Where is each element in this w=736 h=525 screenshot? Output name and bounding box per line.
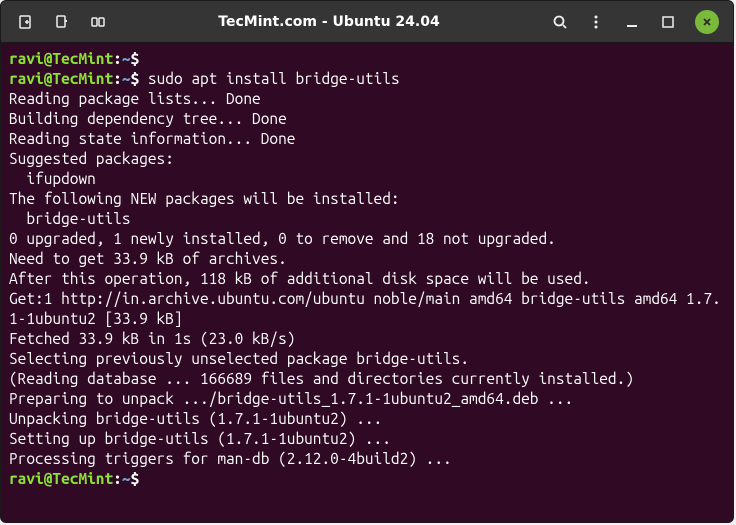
output-line: Setting up bridge-utils (1.7.1-1ubuntu2)… [9,429,725,449]
output-line: 0 upgraded, 1 newly installed, 0 to remo… [9,229,725,249]
search-icon[interactable] [551,13,569,31]
prompt-path: ~ [122,50,131,67]
output-line: Fetched 33.9 kB in 1s (23.0 kB/s) [9,329,725,349]
prompt-symbol: $ [131,70,140,87]
split-icon[interactable] [89,13,107,31]
output-line: Reading state information... Done [9,129,725,149]
prompt-symbol: $ [131,50,140,67]
titlebar: TecMint.com - Ubuntu 24.04 [1,1,733,43]
prompt-symbol: $ [131,470,140,487]
output-line: Reading package lists... Done [9,89,725,109]
prompt-user: ravi@TecMint [9,50,113,67]
output-line: After this operation, 118 kB of addition… [9,269,725,289]
close-icon[interactable] [695,10,719,34]
maximize-icon[interactable] [659,13,677,31]
output-line: Processing triggers for man-db (2.12.0-4… [9,449,725,469]
output-line: Selecting previously unselected package … [9,349,725,369]
command-text: sudo apt install bridge-utils [148,70,400,87]
prompt-sep: : [113,70,122,87]
output-line: ifupdown [9,169,725,189]
new-tab-icon[interactable] [17,13,35,31]
menu-icon[interactable] [587,13,605,31]
titlebar-right-controls [551,10,723,34]
output-line: Building dependency tree... Done [9,109,725,129]
minimize-icon[interactable] [623,13,641,31]
output-line: Need to get 33.9 kB of archives. [9,249,725,269]
output-line: Get:1 http://in.archive.ubuntu.com/ubunt… [9,289,725,329]
prompt-path: ~ [122,470,131,487]
window-title: TecMint.com - Ubuntu 24.04 [115,14,543,30]
output-line: Preparing to unpack .../bridge-utils_1.7… [9,389,725,409]
prompt-sep: : [113,50,122,67]
prompt-user: ravi@TecMint [9,70,113,87]
prompt-path: ~ [122,70,131,87]
prompt-user: ravi@TecMint [9,470,113,487]
prompt-sep: : [113,470,122,487]
output-line: Suggested packages: [9,149,725,169]
output-line: bridge-utils [9,209,725,229]
new-window-icon[interactable] [53,13,71,31]
output-line: The following NEW packages will be insta… [9,189,725,209]
terminal-window: TecMint.com - Ubuntu 24.04 [0,0,734,523]
terminal-body[interactable]: ravi@TecMint:~$ ravi@TecMint:~$ sudo apt… [1,43,733,522]
output-line: (Reading database ... 166689 files and d… [9,369,725,389]
titlebar-left-controls [11,13,107,31]
output-line: Unpacking bridge-utils (1.7.1-1ubuntu2) … [9,409,725,429]
